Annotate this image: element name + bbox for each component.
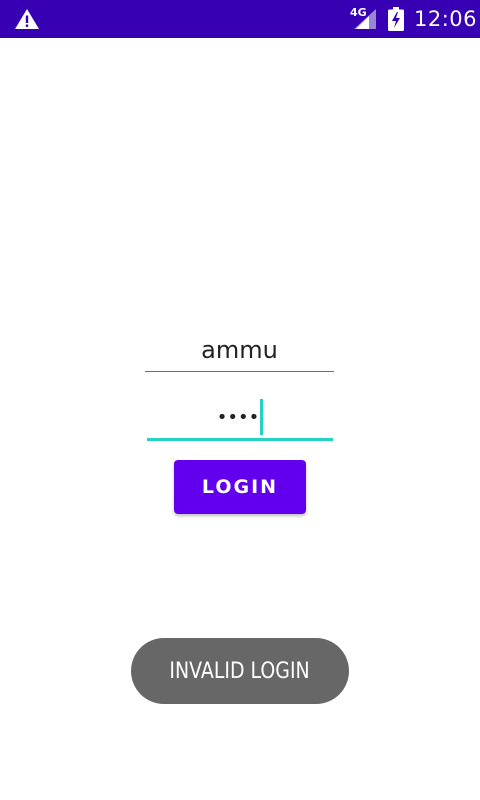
signal-icon xyxy=(354,9,376,29)
toast-message: INVALID LOGIN xyxy=(131,638,349,704)
username-field[interactable]: ammu xyxy=(145,330,334,372)
password-masked-value: •••• xyxy=(216,406,260,428)
battery-charging-icon xyxy=(388,7,404,31)
text-cursor xyxy=(260,399,264,435)
login-button[interactable]: LOGIN xyxy=(174,460,306,514)
password-field[interactable]: •••• xyxy=(147,396,333,441)
warning-icon xyxy=(15,9,39,29)
toast-text: INVALID LOGIN xyxy=(169,658,311,684)
status-bar: 4G 12:06 xyxy=(0,0,480,38)
status-clock: 12:06 xyxy=(414,7,478,31)
username-value: ammu xyxy=(201,335,278,364)
